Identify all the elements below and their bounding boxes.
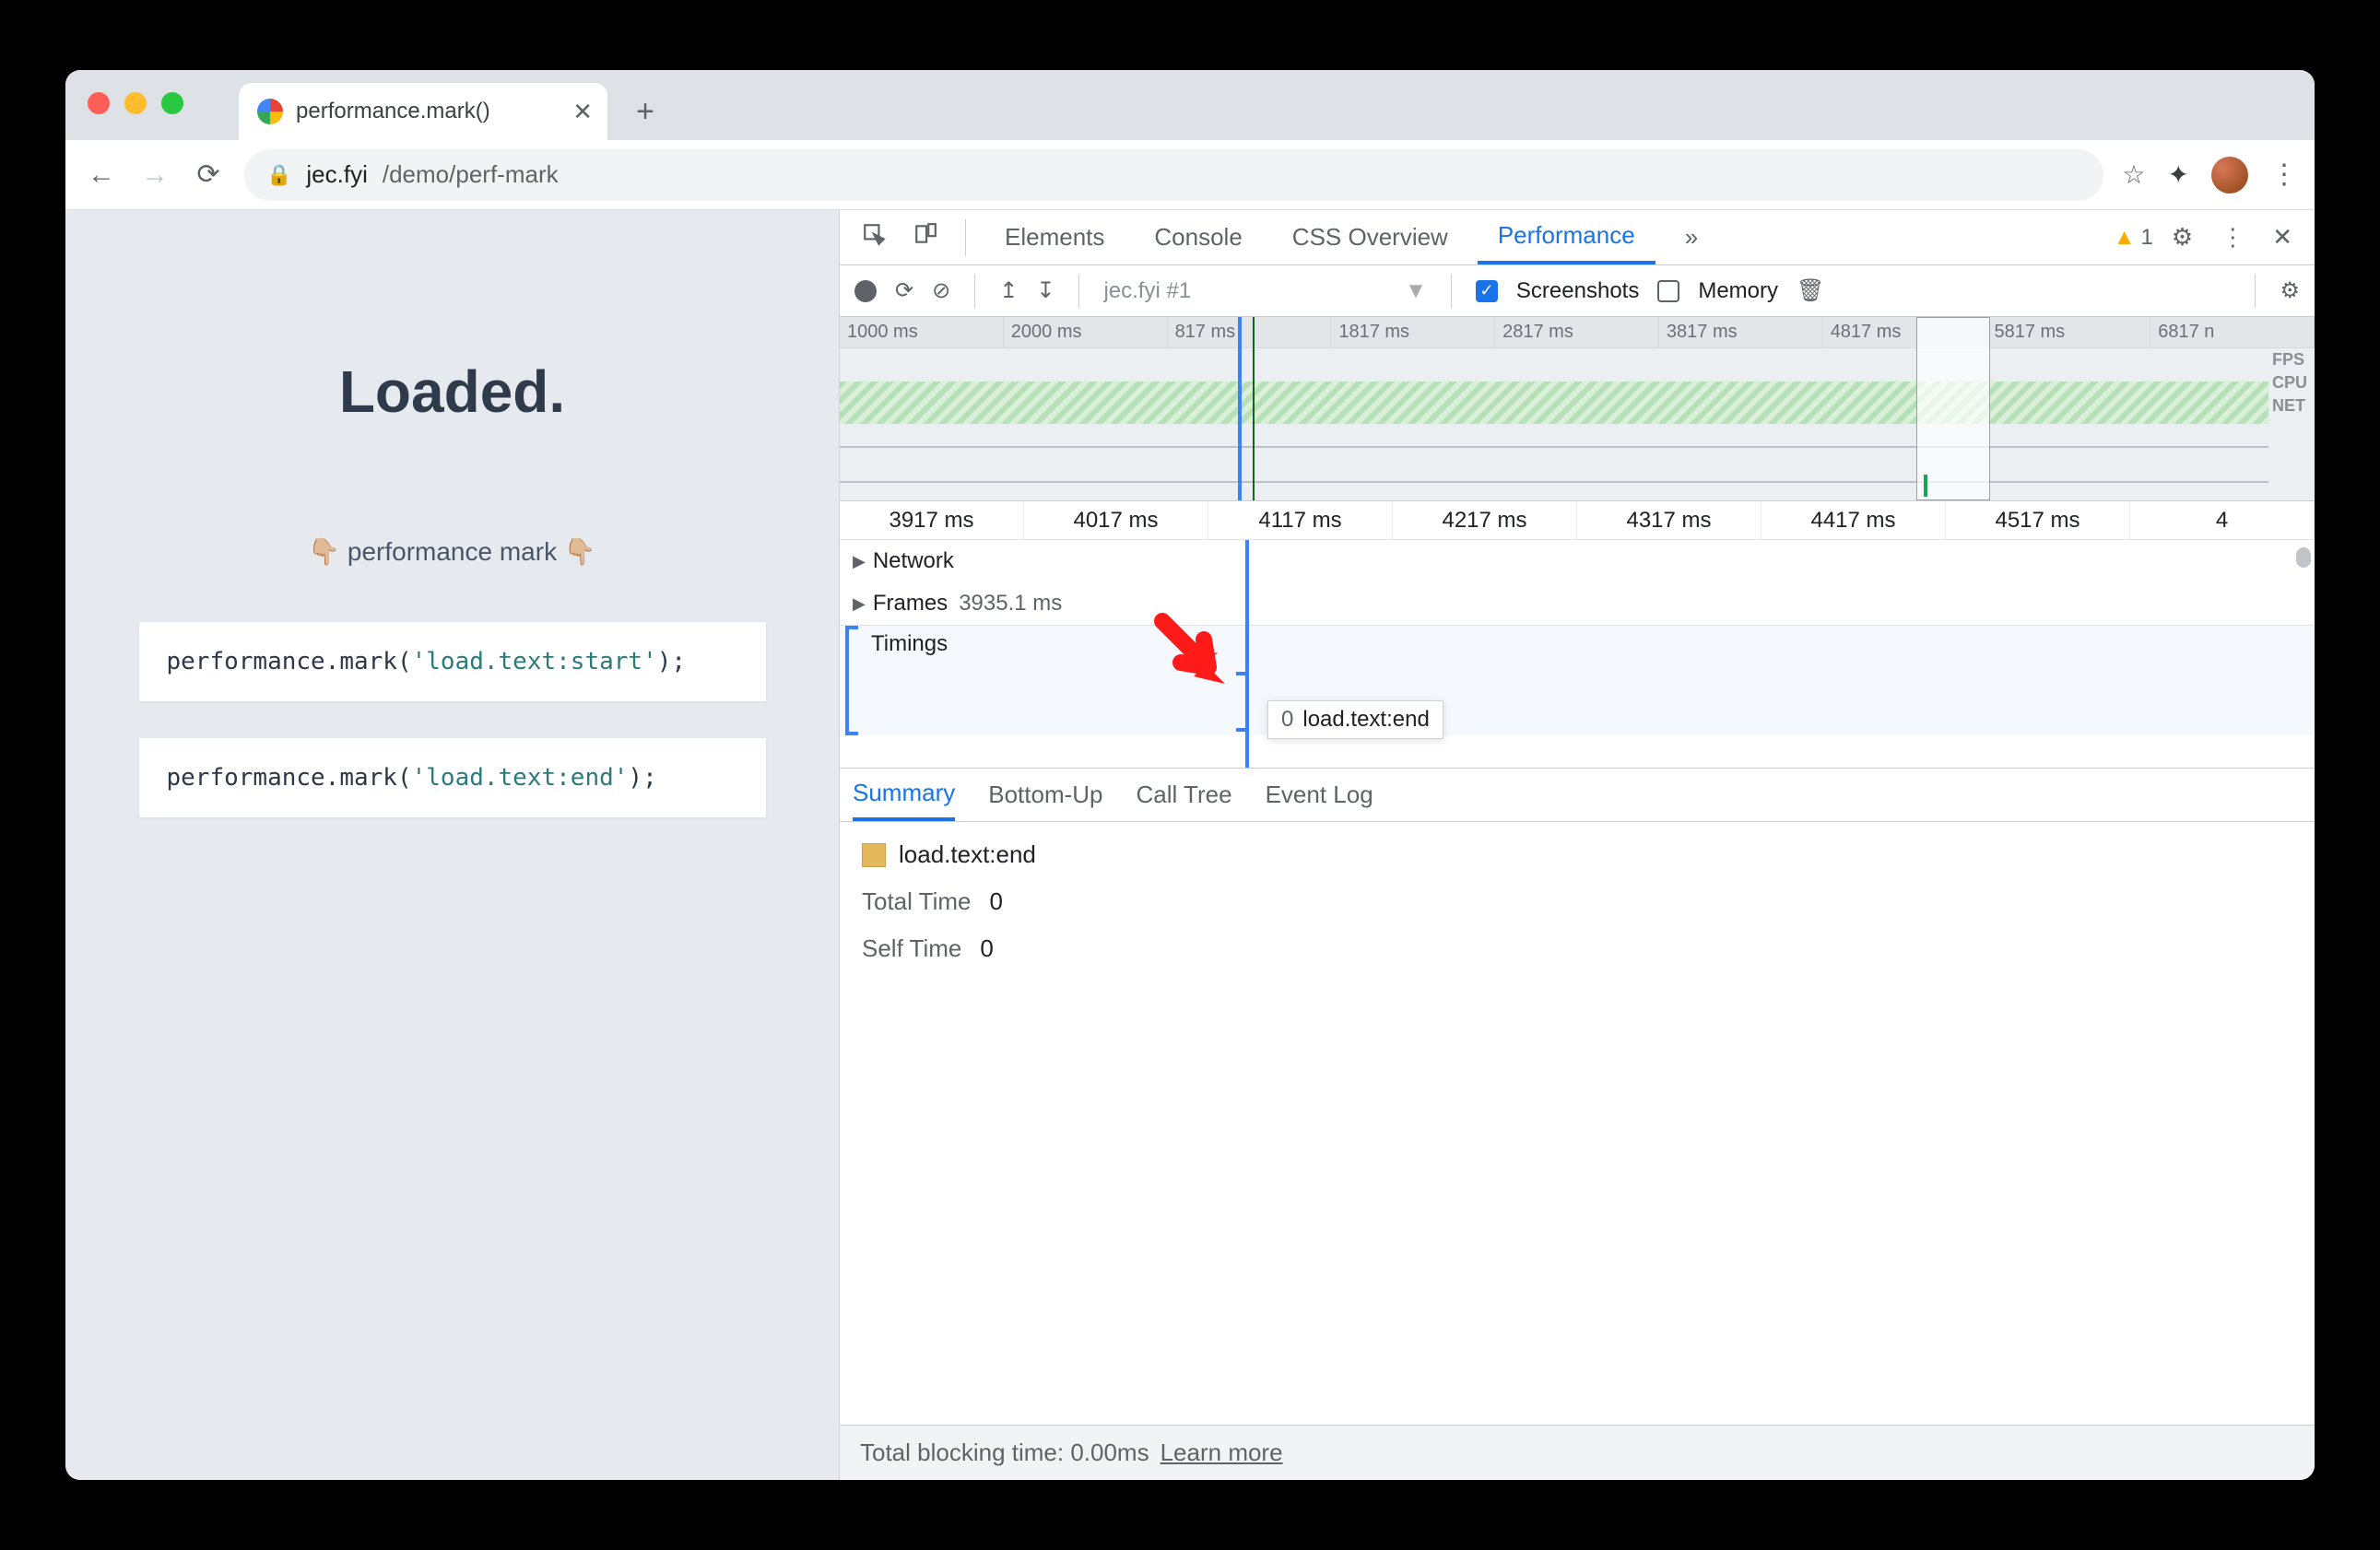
page-content: Loaded. 👇🏼 performance mark 👇🏼 performan… bbox=[65, 210, 840, 1480]
event-title: load.text:end bbox=[862, 840, 2292, 869]
url-input[interactable]: 🔒 jec.fyi/demo/perf-mark bbox=[244, 149, 2103, 201]
overview-marker-2 bbox=[1253, 317, 1255, 500]
detail-tabs: Summary Bottom-Up Call Tree Event Log bbox=[840, 769, 2315, 822]
capture-settings-icon[interactable]: ⚙ bbox=[2280, 277, 2300, 304]
flame-ruler: 3917 ms 4017 ms 4117 ms 4217 ms 4317 ms … bbox=[840, 501, 2315, 540]
perf-toolbar: ⟳ ⊘ ↥ ↧ jec.fyi #1 ▼ ✓ Screenshots Memor… bbox=[840, 265, 2315, 317]
tab-bottom-up[interactable]: Bottom-Up bbox=[988, 769, 1102, 821]
save-profile-button[interactable]: ↧ bbox=[1036, 277, 1055, 304]
tab-title: performance.mark() bbox=[296, 99, 490, 124]
flame-chart[interactable]: 3917 ms 4017 ms 4117 ms 4217 ms 4317 ms … bbox=[840, 501, 2315, 769]
tab-elements[interactable]: Elements bbox=[984, 210, 1125, 264]
clear-button[interactable]: ⊘ bbox=[932, 277, 950, 304]
browser-window: performance.mark() ✕ + ← → ⟳ 🔒 jec.fyi/d… bbox=[65, 70, 2315, 1480]
timing-tooltip: 0 load.text:end bbox=[1267, 700, 1443, 739]
screenshots-checkbox[interactable]: ✓ bbox=[1476, 280, 1498, 302]
overview-timeline[interactable]: 1000 ms 2000 ms 817 ms 1817 ms 2817 ms 3… bbox=[840, 317, 2315, 501]
flame-time-cursor bbox=[1245, 540, 1249, 768]
browser-menu-icon[interactable]: ⋮ bbox=[2270, 159, 2296, 191]
annotation-arrow-icon bbox=[1153, 612, 1236, 695]
devtools-panel: Elements Console CSS Overview Performanc… bbox=[840, 210, 2315, 1480]
timings-bracket-left bbox=[845, 626, 858, 735]
track-network[interactable]: ▶ Network bbox=[840, 540, 2315, 582]
overview-ruler: 1000 ms 2000 ms 817 ms 1817 ms 2817 ms 3… bbox=[840, 317, 2315, 348]
maximize-window-button[interactable] bbox=[161, 92, 183, 114]
recording-select[interactable]: jec.fyi #1 ▼ bbox=[1103, 278, 1426, 304]
inspect-icon[interactable] bbox=[853, 222, 895, 252]
titlebar: performance.mark() ✕ + bbox=[65, 70, 2315, 140]
warnings-badge[interactable]: ▲ 1 bbox=[2114, 225, 2153, 251]
settings-icon[interactable]: ⚙ bbox=[2162, 223, 2202, 252]
event-color-swatch bbox=[862, 843, 886, 867]
device-toolbar-icon[interactable] bbox=[904, 222, 947, 252]
learn-more-link[interactable]: Learn more bbox=[1161, 1438, 1283, 1467]
load-profile-button[interactable]: ↥ bbox=[999, 277, 1018, 304]
reload-record-button[interactable]: ⟳ bbox=[895, 277, 913, 304]
tab-favicon bbox=[257, 99, 283, 124]
record-button[interactable] bbox=[854, 280, 877, 302]
overview-net-strip bbox=[840, 446, 2268, 483]
browser-tab[interactable]: performance.mark() ✕ bbox=[239, 83, 607, 140]
code-block-start: performance.mark('load.text:start'); bbox=[139, 622, 766, 701]
tab-console[interactable]: Console bbox=[1134, 210, 1262, 264]
overview-labels: FPS CPU NET bbox=[2272, 350, 2307, 416]
page-subheading: 👇🏼 performance mark 👇🏼 bbox=[308, 536, 595, 567]
minimize-window-button[interactable] bbox=[124, 92, 147, 114]
tab-close-icon[interactable]: ✕ bbox=[572, 98, 593, 126]
warning-icon: ▲ bbox=[2114, 225, 2136, 251]
tab-performance[interactable]: Performance bbox=[1478, 210, 1655, 264]
forward-button[interactable]: → bbox=[137, 158, 172, 193]
window-controls[interactable] bbox=[88, 92, 183, 114]
profile-avatar[interactable] bbox=[2211, 157, 2248, 194]
screenshots-label: Screenshots bbox=[1516, 278, 1639, 304]
tab-event-log[interactable]: Event Log bbox=[1266, 769, 1373, 821]
page-heading: Loaded. bbox=[339, 358, 565, 426]
self-time-row: Self Time 0 bbox=[862, 934, 2292, 963]
bookmark-icon[interactable]: ☆ bbox=[2122, 159, 2145, 190]
content-split: Loaded. 👇🏼 performance mark 👇🏼 performan… bbox=[65, 210, 2315, 1480]
total-time-row: Total Time 0 bbox=[862, 887, 2292, 916]
overview-green-tick bbox=[1924, 475, 1927, 497]
devtools-close-icon[interactable]: ✕ bbox=[2263, 223, 2302, 252]
overview-marker bbox=[1238, 317, 1242, 500]
expand-icon[interactable]: ▶ bbox=[853, 552, 866, 571]
extensions-icon[interactable]: ✦ bbox=[2168, 159, 2189, 190]
tab-more[interactable]: » bbox=[1665, 210, 1718, 264]
reload-button[interactable]: ⟳ bbox=[191, 158, 226, 193]
tab-call-tree[interactable]: Call Tree bbox=[1137, 769, 1232, 821]
summary-panel: load.text:end Total Time 0 Self Time 0 bbox=[840, 822, 2315, 1425]
back-button[interactable]: ← bbox=[84, 158, 119, 193]
memory-label: Memory bbox=[1698, 278, 1778, 304]
dropdown-icon: ▼ bbox=[1405, 278, 1427, 304]
devtools-tabbar: Elements Console CSS Overview Performanc… bbox=[840, 210, 2315, 265]
expand-icon[interactable]: ▶ bbox=[853, 594, 866, 614]
tab-css-overview[interactable]: CSS Overview bbox=[1272, 210, 1468, 264]
url-path: /demo/perf-mark bbox=[383, 160, 559, 189]
flame-scrollbar[interactable] bbox=[2296, 547, 2311, 568]
tab-summary[interactable]: Summary bbox=[853, 769, 955, 821]
overview-selection[interactable] bbox=[1916, 317, 1990, 500]
overview-cpu-strip bbox=[840, 382, 2268, 424]
track-timings[interactable]: Timings bbox=[840, 625, 2315, 735]
new-tab-button[interactable]: + bbox=[622, 88, 668, 135]
perf-footer: Total blocking time: 0.00ms Learn more bbox=[840, 1425, 2315, 1480]
collect-garbage-icon[interactable]: 🗑 bbox=[1797, 277, 1824, 304]
close-window-button[interactable] bbox=[88, 92, 110, 114]
code-block-end: performance.mark('load.text:end'); bbox=[139, 738, 766, 817]
devtools-menu-icon[interactable]: ⋮ bbox=[2211, 223, 2254, 252]
address-bar: ← → ⟳ 🔒 jec.fyi/demo/perf-mark ☆ ✦ ⋮ bbox=[65, 140, 2315, 210]
track-frames[interactable]: ▶ Frames 3935.1 ms bbox=[840, 582, 2315, 625]
memory-checkbox[interactable] bbox=[1657, 280, 1679, 302]
blocking-time-label: Total blocking time: 0.00ms bbox=[860, 1438, 1149, 1467]
url-host: jec.fyi bbox=[306, 160, 367, 189]
lock-icon: 🔒 bbox=[266, 163, 291, 187]
